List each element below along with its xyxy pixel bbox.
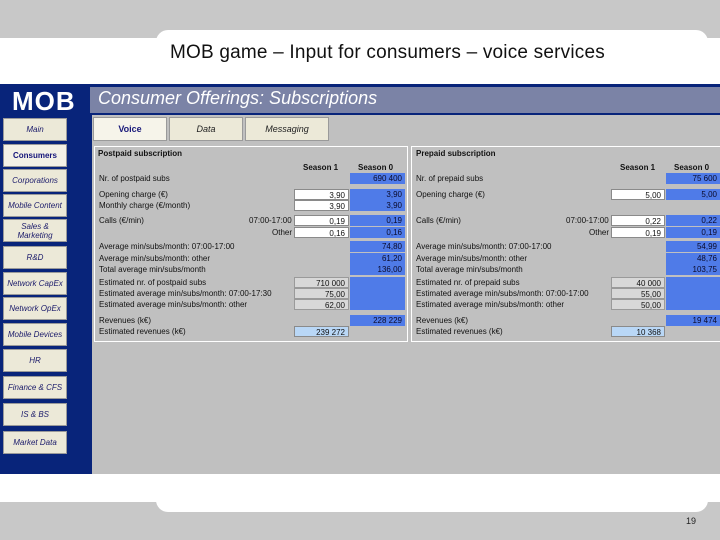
sidebar-item-mobile-content[interactable]: Mobile Content: [3, 194, 67, 217]
postpaid-total-s0: 136,00: [350, 264, 405, 275]
postpaid-calls-label: Calls (€/min): [99, 216, 144, 225]
prepaid-total-label: Total average min/subs/month: [416, 265, 523, 274]
sidebar-item-rnd[interactable]: R&D: [3, 246, 67, 269]
sidebar-item-network-capex[interactable]: Network CapEx: [3, 272, 67, 295]
postpaid-avg-peak-label: Average min/subs/month: 07:00-17:00: [99, 242, 235, 251]
slide-title: MOB game – Input for consumers – voice s…: [170, 42, 605, 63]
sidebar-item-mobile-devices[interactable]: Mobile Devices: [3, 323, 67, 346]
sidebar-item-consumers[interactable]: Consumers: [3, 144, 67, 167]
sidebar-item-finance-cfs[interactable]: Finance & CFS: [3, 376, 67, 399]
sidebar-item-hr[interactable]: HR: [3, 349, 67, 372]
prepaid-est-avg-peak-s0: [666, 288, 720, 299]
tab-data[interactable]: Data: [169, 117, 243, 141]
prepaid-est-avg-peak-s1[interactable]: 55,00: [611, 288, 665, 299]
window-bottom-edge: [0, 474, 720, 480]
postpaid-opening-s1-input[interactable]: 3,90: [294, 189, 349, 200]
postpaid-season1-header: Season 1: [303, 163, 339, 172]
postpaid-monthly-label: Monthly charge (€/month): [99, 201, 191, 210]
postpaid-monthly-s0: 3,90: [350, 200, 405, 211]
postpaid-revenues-label: Revenues (k€): [99, 316, 152, 325]
postpaid-calls-other-label: Other: [272, 228, 293, 237]
prepaid-season1-header: Season 1: [620, 163, 656, 172]
prepaid-avg-other-s0: 48,76: [666, 253, 720, 264]
postpaid-avg-other-label: Average min/subs/month: other: [99, 254, 211, 263]
postpaid-season0-header: Season 0: [358, 163, 394, 172]
postpaid-title: Postpaid subscription: [98, 149, 183, 158]
postpaid-est-avg-other-label: Estimated average min/subs/month: other: [99, 300, 248, 309]
tab-messaging[interactable]: Messaging: [245, 117, 329, 141]
postpaid-calls-other-s0: 0,16: [350, 227, 405, 238]
prepaid-total-s0: 103,75: [666, 264, 720, 275]
postpaid-est-subs-s0: [350, 277, 405, 288]
postpaid-calls-peak-s0: 0,19: [350, 215, 405, 226]
prepaid-revenues-s0: 19 474: [666, 315, 720, 326]
prepaid-est-avg-peak-label: Estimated average min/subs/month: 07:00-…: [416, 289, 589, 298]
postpaid-monthly-s1-input[interactable]: 3,90: [294, 200, 349, 211]
postpaid-est-subs-label: Estimated nr. of postpaid subs: [99, 278, 207, 287]
postpaid-opening-label: Opening charge (€): [99, 190, 168, 199]
postpaid-nr-subs-label: Nr. of postpaid subs: [99, 174, 170, 183]
prepaid-nr-subs-label: Nr. of prepaid subs: [416, 174, 484, 183]
prepaid-opening-label: Opening charge (€): [416, 190, 485, 199]
sidebar-item-corporations[interactable]: Corporations: [3, 169, 67, 192]
prepaid-calls-other-label: Other: [589, 228, 610, 237]
prepaid-calls-peak-s0: 0,22: [666, 215, 720, 226]
prepaid-opening-s1-input[interactable]: 5,00: [611, 189, 665, 200]
postpaid-calls-other-s1-input[interactable]: 0,16: [294, 227, 349, 238]
prepaid-calls-label: Calls (€/min): [416, 216, 461, 225]
postpaid-revenues-s0: 228 229: [350, 315, 405, 326]
postpaid-est-avg-peak-label: Estimated average min/subs/month: 07:00-…: [99, 289, 272, 298]
postpaid-est-avg-peak-s1[interactable]: 75,00: [294, 288, 349, 299]
postpaid-calls-peak-label: 07:00-17:00: [249, 216, 292, 225]
postpaid-avg-other-s0: 61,20: [350, 253, 405, 264]
postpaid-calls-peak-s1-input[interactable]: 0,19: [294, 215, 349, 226]
prepaid-est-revenues-label: Estimated revenues (k€): [416, 327, 503, 336]
prepaid-calls-other-s1-input[interactable]: 0,19: [611, 227, 665, 238]
page-number: 19: [686, 516, 697, 526]
postpaid-est-avg-peak-s0: [350, 288, 405, 299]
prepaid-est-subs-s0: [666, 277, 720, 288]
prepaid-avg-peak-label: Average min/subs/month: 07:00-17:00: [416, 242, 552, 251]
prepaid-avg-other-label: Average min/subs/month: other: [416, 254, 528, 263]
prepaid-est-avg-other-s0: [666, 299, 720, 310]
sidebar-item-is-bs[interactable]: IS & BS: [3, 403, 67, 426]
postpaid-opening-s0: 3,90: [350, 189, 405, 200]
postpaid-est-avg-other-s0: [350, 299, 405, 310]
page-title: Consumer Offerings: Subscriptions: [98, 88, 378, 108]
postpaid-avg-peak-s0: 74,80: [350, 241, 405, 252]
postpaid-est-subs-s1[interactable]: 710 000: [294, 277, 349, 288]
footer-backdrop: [156, 490, 708, 512]
prepaid-season0-header: Season 0: [674, 163, 710, 172]
prepaid-avg-peak-s0: 54,99: [666, 241, 720, 252]
prepaid-est-subs-s1[interactable]: 40 000: [611, 277, 665, 288]
tab-voice[interactable]: Voice: [93, 117, 167, 141]
prepaid-revenues-label: Revenues (k€): [416, 316, 469, 325]
postpaid-est-revenues-s1: 239 272: [294, 326, 349, 337]
sidebar-item-network-opex[interactable]: Network OpEx: [3, 297, 67, 320]
postpaid-est-avg-other-s1[interactable]: 62,00: [294, 299, 349, 310]
prepaid-est-subs-label: Estimated nr. of prepaid subs: [416, 278, 520, 287]
app-logo: MOB: [12, 86, 76, 116]
prepaid-calls-peak-label: 07:00-17:00: [566, 216, 609, 225]
prepaid-calls-other-s0: 0,19: [666, 227, 720, 238]
prepaid-est-revenues-s1: 10 368: [611, 326, 665, 337]
prepaid-est-avg-other-label: Estimated average min/subs/month: other: [416, 300, 565, 309]
sidebar-item-main[interactable]: Main: [3, 118, 67, 141]
prepaid-title: Prepaid subscription: [416, 149, 496, 158]
postpaid-nr-subs-s0: 690 400: [350, 173, 405, 184]
prepaid-calls-peak-s1-input[interactable]: 0,22: [611, 215, 665, 226]
prepaid-nr-subs-s0: 75 600: [666, 173, 720, 184]
postpaid-total-label: Total average min/subs/month: [99, 265, 206, 274]
postpaid-est-revenues-label: Estimated revenues (k€): [99, 327, 186, 336]
prepaid-opening-s0: 5,00: [666, 189, 720, 200]
prepaid-est-avg-other-s1[interactable]: 50,00: [611, 299, 665, 310]
sidebar-item-market-data[interactable]: Market Data: [3, 431, 67, 454]
sidebar-item-sales-marketing[interactable]: Sales & Marketing: [3, 219, 67, 242]
